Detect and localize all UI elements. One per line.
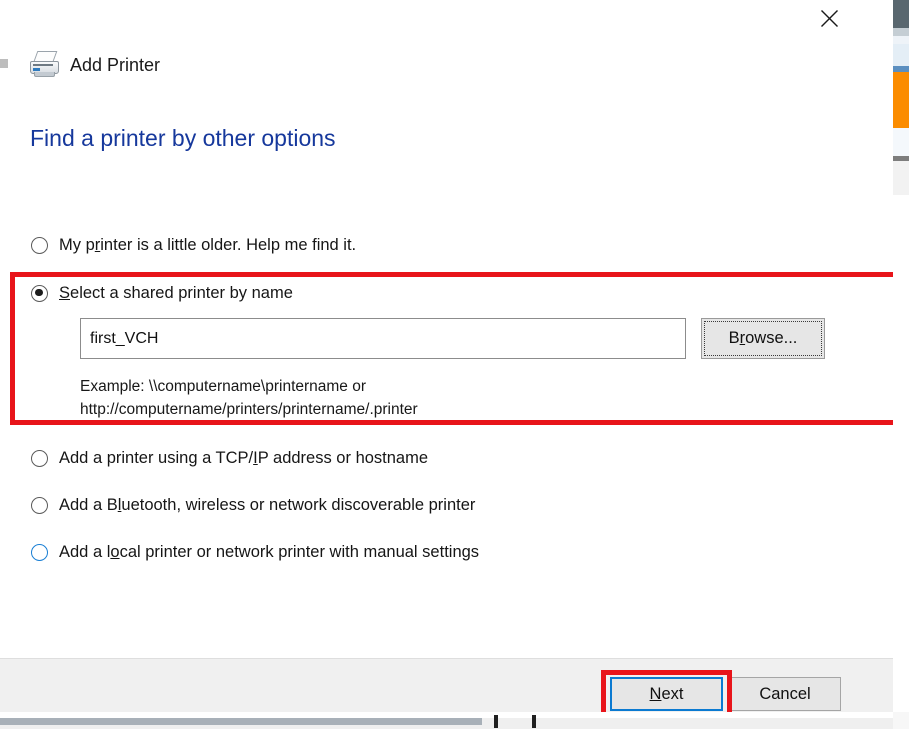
- clipped-text-artifact-1: [494, 715, 498, 728]
- radio-indicator-older-printer[interactable]: [31, 236, 48, 254]
- browse-part-before: B: [728, 329, 740, 347]
- next-button[interactable]: Next: [610, 677, 723, 711]
- background-strip-segment-2: [893, 36, 909, 44]
- next-part-after: ext: [661, 684, 684, 703]
- label-part-after: elect a shared printer by name: [70, 283, 293, 302]
- background-strip-segment-3: [893, 44, 909, 66]
- radio-label-bluetooth-printer: Add a Bluetooth, wireless or network dis…: [59, 497, 475, 514]
- radio-label-tcpip-printer: Add a printer using a TCP/IP address or …: [59, 450, 428, 467]
- example-hint-text: Example: \\computername\printername or h…: [80, 378, 418, 418]
- cancel-button[interactable]: Cancel: [729, 677, 841, 711]
- clipped-text-artifact-2: [532, 715, 536, 728]
- background-strip-segment-0: [893, 0, 909, 28]
- browse-label: Browse...: [729, 329, 798, 348]
- radio-label-local-printer: Add a local printer or network printer w…: [59, 544, 479, 561]
- printer-name-input[interactable]: [80, 318, 686, 359]
- next-label: Next: [650, 685, 684, 703]
- shared-printer-input-row: Browse...: [80, 318, 825, 359]
- label-accel: S: [59, 283, 71, 302]
- radio-label-older-printer: My printer is a little older. Help me fi…: [59, 237, 356, 254]
- background-strip-segment-6: [893, 90, 909, 112]
- background-strip-segment-1: [893, 28, 909, 36]
- horizontal-scrollbar[interactable]: [0, 718, 893, 729]
- background-strip-segment-11: [893, 195, 909, 712]
- background-strip-segment-12: [893, 712, 909, 729]
- background-strip-segment-5: [893, 72, 909, 90]
- scrollbar-thumb[interactable]: [0, 718, 482, 725]
- radio-indicator-local-printer[interactable]: [31, 543, 48, 561]
- radio-option-tcpip-printer[interactable]: Add a printer using a TCP/IP address or …: [31, 445, 428, 471]
- radio-label-shared-printer: Select a shared printer by name: [59, 285, 293, 302]
- background-strip-segment-7: [893, 112, 909, 128]
- radio-option-bluetooth-printer[interactable]: Add a Bluetooth, wireless or network dis…: [31, 492, 475, 518]
- radio-indicator-shared-printer[interactable]: [31, 284, 48, 302]
- label-part-after: cal printer or network printer with manu…: [119, 542, 480, 561]
- label-part-before: My p: [59, 235, 95, 254]
- radio-option-shared-printer[interactable]: Select a shared printer by name: [31, 280, 293, 306]
- background-strip-segment-10: [893, 161, 909, 195]
- label-part-before: Add a B: [59, 495, 118, 514]
- browse-button[interactable]: Browse...: [701, 318, 825, 359]
- browse-part-after: owse...: [745, 329, 798, 347]
- next-accel: N: [649, 684, 662, 703]
- add-printer-dialog: Add Printer Find a printer by other opti…: [0, 0, 893, 712]
- label-part-after: uetooth, wireless or network discoverabl…: [121, 495, 476, 514]
- background-app-strip: [893, 0, 909, 729]
- label-part-before: Add a printer using a TCP/: [59, 448, 254, 467]
- background-strip-segment-8: [893, 128, 909, 156]
- radio-option-older-printer[interactable]: My printer is a little older. Help me fi…: [31, 232, 356, 258]
- label-part-before: Add a l: [59, 542, 111, 561]
- label-part-after: inter is a little older. Help me find it…: [100, 235, 357, 254]
- radio-indicator-tcpip-printer[interactable]: [31, 449, 48, 467]
- label-accel: o: [110, 542, 120, 561]
- radio-option-local-printer[interactable]: Add a local printer or network printer w…: [31, 539, 479, 565]
- label-part-after: P address or hostname: [257, 448, 429, 467]
- radio-indicator-bluetooth-printer[interactable]: [31, 496, 48, 514]
